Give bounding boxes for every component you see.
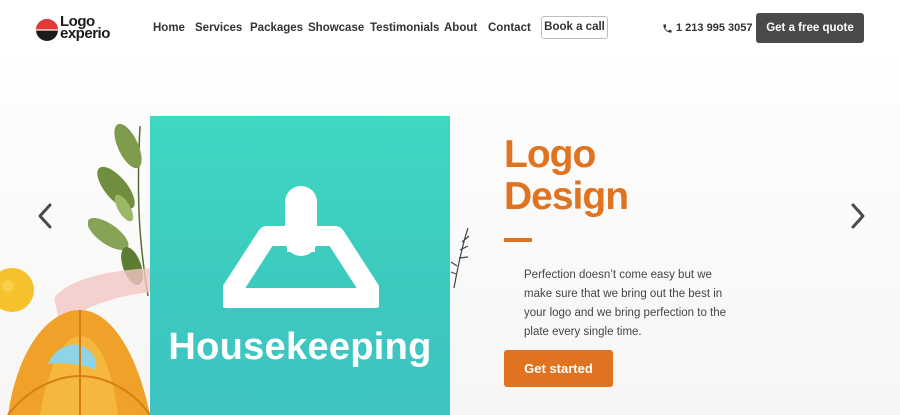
logo-mark-icon xyxy=(36,19,58,41)
nav-about[interactable]: About xyxy=(444,22,477,34)
nav-home[interactable]: Home xyxy=(153,22,185,34)
get-started-button[interactable]: Get started xyxy=(504,350,613,387)
logo-wordmark: Logo experio xyxy=(60,14,110,42)
nav-contact[interactable]: Contact xyxy=(488,22,531,34)
hero-title-line-2: Design xyxy=(504,175,629,218)
nav-services[interactable]: Services xyxy=(195,22,242,34)
nav-packages[interactable]: Packages xyxy=(250,22,303,34)
nav-testimonials[interactable]: Testimonials xyxy=(370,22,439,34)
hero-title: Logo Design xyxy=(504,134,704,218)
free-quote-button[interactable]: Get a free quote xyxy=(756,13,864,43)
logo-line-2: experio xyxy=(60,25,110,42)
hero-description: Perfection doesn’t come easy but we make… xyxy=(524,269,727,338)
portfolio-card[interactable]: Housekeeping xyxy=(150,116,450,415)
chevron-right-icon[interactable] xyxy=(849,202,867,230)
broom-icon xyxy=(223,186,379,308)
site-header: Logo experio Home Services Packages Show… xyxy=(0,0,900,58)
phone-icon xyxy=(663,24,672,33)
card-title: Housekeeping xyxy=(168,326,432,368)
chevron-left-icon[interactable] xyxy=(36,202,54,230)
title-underline xyxy=(504,238,532,242)
brand-logo[interactable]: Logo experio xyxy=(35,14,125,44)
phone-number: 1 213 995 3057 xyxy=(676,22,753,34)
nav-showcase[interactable]: Showcase xyxy=(308,22,364,34)
sprig-decoration xyxy=(450,227,470,288)
hero-title-line-1: Logo xyxy=(504,133,596,176)
tent-decoration xyxy=(7,310,150,415)
book-a-call-button[interactable]: Book a call xyxy=(541,16,608,39)
